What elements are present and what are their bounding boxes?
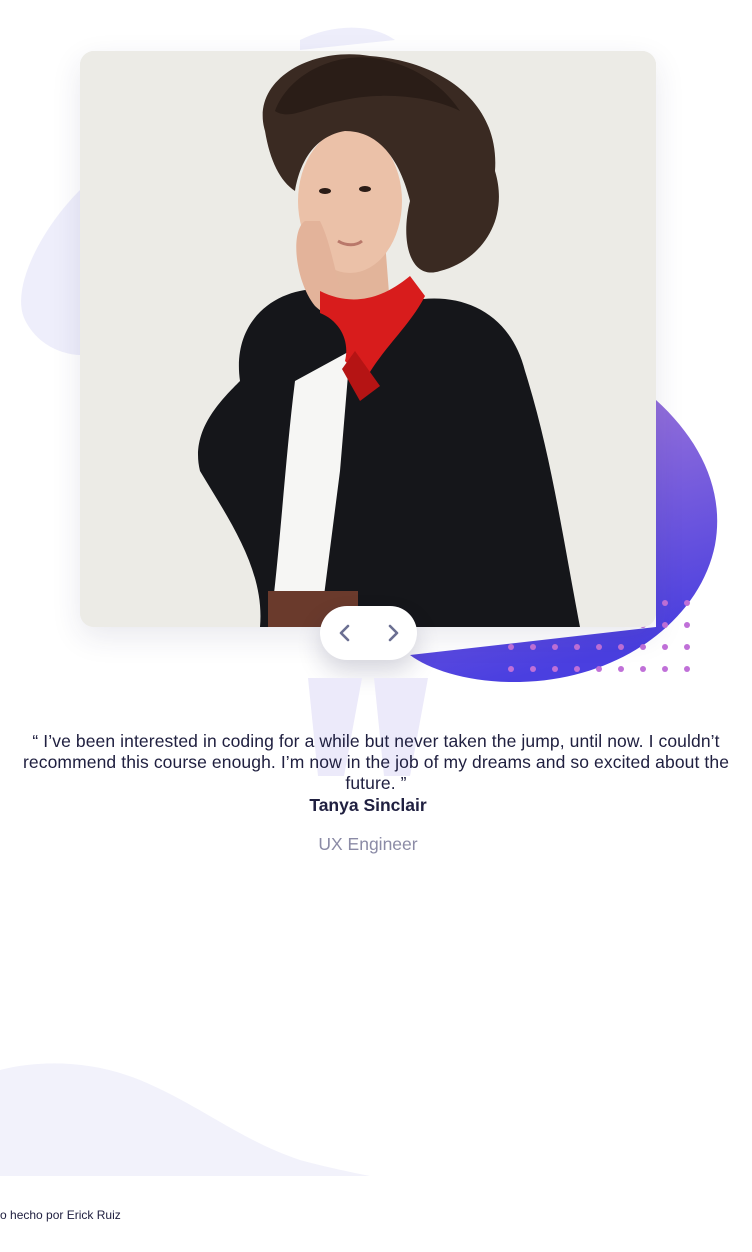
footer-credit-text: eto hecho por — [0, 1208, 64, 1222]
author-link[interactable]: Erick Ruiz — [67, 1208, 121, 1222]
chevron-left-icon — [339, 624, 349, 642]
carousel-controls — [320, 606, 417, 660]
next-button[interactable] — [376, 616, 410, 650]
testimonial-name: Tanya Sinclair — [309, 795, 427, 815]
testimonial-photo — [80, 51, 656, 627]
portrait-illustration — [80, 51, 656, 627]
testimonial-role: UX Engineer — [318, 834, 418, 854]
testimonial-quote: “ I’ve been interested in coding for a w… — [22, 730, 730, 793]
bottom-wave — [0, 1063, 370, 1176]
chevron-right-icon — [388, 624, 398, 642]
previous-button[interactable] — [328, 616, 362, 650]
footer-credit: eto hecho por Erick Ruiz — [0, 1208, 121, 1222]
